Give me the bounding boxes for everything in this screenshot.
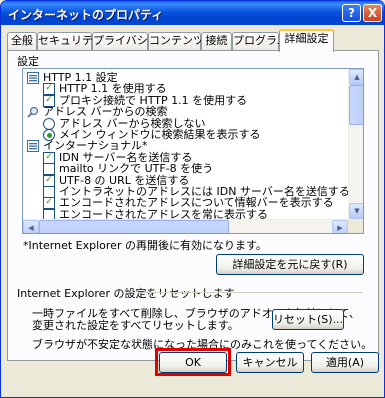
restore-advanced-settings-button[interactable]: 詳細設定を元に戻す(R): [216, 254, 364, 275]
scrollbar-corner: [348, 219, 363, 233]
scroll-down-icon[interactable]: ▼: [349, 203, 363, 219]
settings-list: HTTP 1.1 設定 ✓ HTTP 1.1 を使用する ✓ プロキシ接続で HTTP …: [23, 69, 348, 219]
tab-programs[interactable]: プログラム: [232, 32, 288, 50]
settings-category-icon: [27, 140, 39, 153]
tab-strip: 全般 セキュリティ プライバシー コンテンツ 接続 プログラム 詳細設定: [7, 29, 379, 52]
ok-highlight-box: [155, 348, 231, 376]
settings-listbox[interactable]: HTTP 1.1 設定 ✓ HTTP 1.1 を使用する ✓ プロキシ接続で HTTP …: [22, 68, 364, 234]
search-magnifier-icon: [27, 106, 39, 118]
tab-advanced[interactable]: 詳細設定: [279, 29, 334, 52]
checkbox-checked-icon[interactable]: ✓: [43, 174, 55, 187]
checkbox-unchecked-icon[interactable]: [43, 208, 55, 219]
vertical-scrollbar[interactable]: ▲ ▼: [348, 69, 363, 219]
restart-note: *Internet Explorer の再開後に有効になります。: [23, 239, 267, 252]
group-divider: [138, 292, 363, 293]
radio-unselected-icon[interactable]: [43, 117, 55, 130]
settings-category-icon: [27, 72, 39, 84]
tab-content[interactable]: コンテンツ: [148, 32, 204, 50]
settings-label: 設定: [17, 55, 39, 68]
scroll-right-icon[interactable]: ▶: [332, 220, 348, 233]
help-button[interactable]: ?: [342, 4, 361, 22]
scroll-up-icon[interactable]: ▲: [349, 69, 363, 85]
horizontal-scroll-thumb[interactable]: [39, 220, 229, 233]
reset-description-line2: 変更された設定をすべてリセットします。: [32, 319, 239, 332]
tab-security[interactable]: セキュリティ: [37, 32, 103, 50]
checkbox-checked-icon[interactable]: ✓: [43, 83, 55, 96]
horizontal-scrollbar[interactable]: ◀ ▶: [23, 219, 348, 233]
title-bar[interactable]: インターネットのプロパティ ? X: [1, 1, 384, 25]
cancel-button[interactable]: キャンセル: [236, 352, 304, 373]
reset-button[interactable]: リセット(S)...: [272, 309, 344, 330]
close-button[interactable]: X: [363, 4, 382, 22]
internet-properties-dialog: インターネットのプロパティ ? X 全般 セキュリティ プライバシー コンテンツ…: [0, 0, 385, 398]
vertical-scroll-thumb[interactable]: [349, 85, 363, 125]
reset-group-title: Internet Explorer の設定をリセットします: [17, 287, 235, 300]
checkbox-checked-icon[interactable]: ✓: [43, 197, 55, 210]
checkbox-unchecked-icon[interactable]: [43, 163, 55, 176]
apply-button[interactable]: 適用(A): [311, 352, 379, 373]
advanced-panel: 設定 HTTP 1.1 設定 ✓ HTTP 1.1 を使用する ✓ プロキシ接続で HT…: [7, 50, 379, 361]
tab-privacy[interactable]: プライバシー: [92, 32, 159, 50]
checkbox-unchecked-icon[interactable]: [43, 186, 55, 198]
tab-general[interactable]: 全般: [7, 32, 37, 50]
window-title: インターネットのプロパティ: [8, 8, 164, 22]
checkbox-checked-icon[interactable]: ✓: [43, 151, 55, 164]
tab-connections[interactable]: 接続: [201, 32, 232, 50]
settings-item-label: エンコードされたアドレスを常に表示する: [59, 207, 268, 219]
scroll-left-icon[interactable]: ◀: [23, 220, 39, 233]
